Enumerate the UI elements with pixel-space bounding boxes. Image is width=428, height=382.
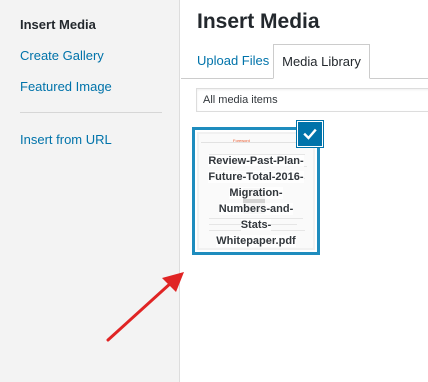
attachment-thumbnail: Foreword Review-Past-Plan- Future-Total-… xyxy=(199,134,313,248)
selected-check-button[interactable] xyxy=(298,122,322,146)
page-title: Insert Media xyxy=(197,10,320,33)
menu-item-create-gallery[interactable]: Create Gallery xyxy=(20,48,104,63)
menu-separator xyxy=(20,112,162,113)
attachment-filename: Review-Past-Plan- Future-Total-2016- Mig… xyxy=(203,153,309,248)
checkmark-icon xyxy=(303,128,317,140)
filename-line: Review-Past-Plan- xyxy=(208,155,304,167)
media-modal: Insert Media Create Gallery Featured Ima… xyxy=(0,0,428,382)
media-type-filter-select[interactable]: All media items xyxy=(196,88,428,112)
thumbnail-rule xyxy=(201,142,311,143)
filename-line: Stats- xyxy=(240,219,272,231)
menu-item-insert-media[interactable]: Insert Media xyxy=(20,17,96,32)
menu-item-featured-image[interactable]: Featured Image xyxy=(20,79,112,94)
attachment-tile[interactable]: Foreword Review-Past-Plan- Future-Total-… xyxy=(192,127,320,255)
media-menu-sidebar: Insert Media Create Gallery Featured Ima… xyxy=(0,0,180,382)
tab-upload-files[interactable]: Upload Files xyxy=(197,44,269,78)
filename-line: Whitepaper.pdf xyxy=(216,235,296,247)
media-frame-content: Insert Media Upload Files Media Library … xyxy=(181,0,428,382)
filename-line: Migration- xyxy=(229,187,283,199)
filename-line: Numbers-and- xyxy=(218,203,294,215)
menu-item-insert-from-url[interactable]: Insert from URL xyxy=(20,132,112,147)
filename-line: Future-Total-2016- xyxy=(208,171,304,183)
tab-media-library[interactable]: Media Library xyxy=(273,44,370,79)
